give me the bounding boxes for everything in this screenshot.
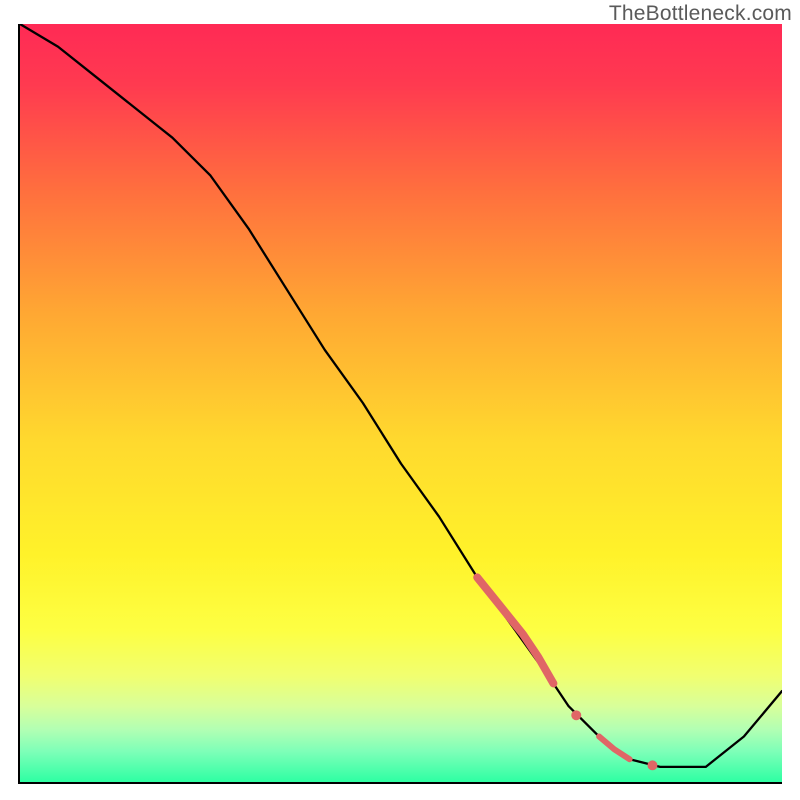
bottleneck-curve [20,24,782,767]
highlight-dot-2 [647,760,657,770]
plot-foreground [20,24,782,782]
plot-area [20,24,782,782]
chart-canvas: TheBottleneck.com [0,0,800,800]
watermark-text: TheBottleneck.com [609,2,792,26]
highlight-segment-short [599,737,629,760]
highlight-segment-thick [477,577,553,683]
plot-axes [18,24,782,784]
highlight-dot-1 [571,710,581,720]
highlight-layer [477,577,657,770]
